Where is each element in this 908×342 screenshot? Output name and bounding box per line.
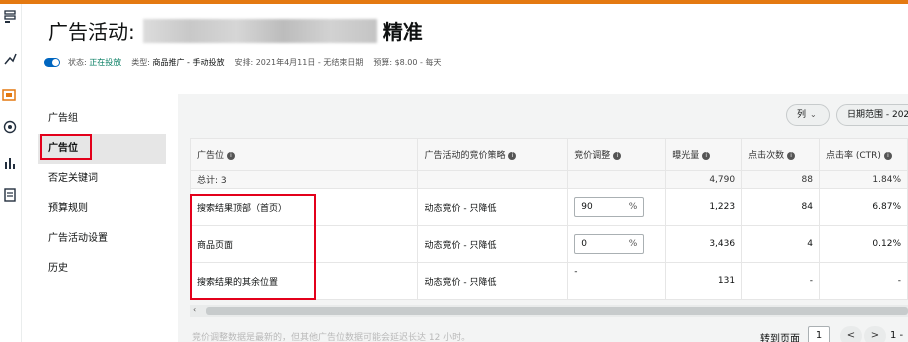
- ctr-cell: 6.87%: [819, 188, 908, 226]
- impressions-cell: 1,223: [665, 188, 743, 226]
- columns-label: 列: [797, 110, 807, 120]
- left-icon-rail: [0, 4, 22, 342]
- info-icon[interactable]: i: [508, 151, 517, 160]
- table-header-row: 广告位 i 广告活动的竞价策略 i 竞价调整 i 曝光量 i 点击次数 i 点击率 (CT…: [189, 138, 908, 171]
- bid-adjust-value: 0: [581, 239, 587, 249]
- report-icon[interactable]: [3, 188, 17, 202]
- nav-item-budget-rules[interactable]: 预算规则: [38, 194, 166, 224]
- info-icon[interactable]: i: [787, 151, 796, 160]
- date-range-button[interactable]: 日期范围 - 202: [836, 104, 908, 126]
- percent-sign: %: [628, 239, 638, 249]
- total-label: 总计: 3: [189, 170, 419, 189]
- page-number-input[interactable]: 1: [808, 326, 830, 342]
- placements-highlight-box: [190, 194, 316, 300]
- budget-field: 预算: $8.00 - 每天: [373, 58, 442, 67]
- col-clicks[interactable]: 点击次数 i: [741, 138, 820, 171]
- previous-page-button[interactable]: <: [840, 326, 862, 342]
- col-bid-adjust[interactable]: 竞价调整 i: [567, 138, 667, 171]
- title-suffix: 精准: [382, 20, 423, 44]
- clicks-cell: 4: [741, 225, 820, 263]
- info-icon[interactable]: i: [613, 151, 622, 160]
- bar-chart-icon[interactable]: [3, 156, 17, 170]
- nav-item-negative-keywords[interactable]: 否定关键词: [38, 164, 166, 194]
- strategy-cell: 动态竞价 - 只降低: [417, 188, 569, 226]
- col-bid-adjust-label: 竞价调整: [574, 151, 611, 161]
- type-value: 商品推广 - 手动投放: [152, 58, 225, 67]
- title-prefix: 广告活动:: [48, 20, 135, 44]
- total-clicks: 88: [741, 170, 820, 189]
- columns-button[interactable]: 列 ⌄: [786, 104, 830, 126]
- ad-icon[interactable]: [2, 88, 16, 102]
- ctr-cell: -: [819, 262, 908, 300]
- campaign-meta: 状态: 正在投放 类型: 商品推广 - 手动投放 安排: 2021年4月11日 …: [44, 57, 451, 68]
- nav-item-history[interactable]: 历史: [38, 254, 166, 284]
- col-ctr[interactable]: 点击率 (CTR) i: [819, 138, 908, 171]
- info-icon[interactable]: i: [227, 151, 236, 160]
- col-ctr-label: 点击率 (CTR): [826, 151, 881, 161]
- goto-page-label: 转到页面: [760, 334, 800, 342]
- bid-adjust-input[interactable]: 0%: [574, 234, 645, 254]
- chevron-down-icon: ⌄: [810, 110, 817, 119]
- col-strategy-label: 广告活动的竞价策略: [424, 151, 506, 161]
- trend-icon[interactable]: [3, 52, 17, 66]
- status-field: 状态: 正在投放: [68, 57, 121, 68]
- campaign-side-nav: 广告组 广告位 否定关键词 预算规则 广告活动设置 历史: [38, 104, 166, 284]
- col-placement[interactable]: 广告位 i: [189, 138, 419, 171]
- top-accent-bar: [0, 0, 908, 4]
- campaign-status-toggle[interactable]: [44, 58, 60, 67]
- type-label: 类型:: [131, 58, 153, 67]
- total-bid-empty: [567, 170, 667, 189]
- clicks-cell: -: [741, 262, 820, 300]
- redacted-campaign-name: [142, 18, 377, 43]
- strategy-cell: 动态竞价 - 只降低: [417, 262, 569, 300]
- strategy-cell: 动态竞价 - 只降低: [417, 225, 569, 263]
- total-strategy-empty: [417, 170, 569, 189]
- nav-item-campaign-settings[interactable]: 广告活动设置: [38, 224, 166, 254]
- col-clicks-label: 点击次数: [748, 151, 785, 161]
- date-range-label: 日期范围 - 202: [847, 110, 908, 120]
- target-icon[interactable]: [3, 120, 17, 134]
- table-total-row: 总计: 3 4,790 88 1.84%: [189, 170, 908, 189]
- col-placement-label: 广告位: [197, 151, 225, 161]
- page-title: 广告活动: 精准: [48, 16, 423, 45]
- bid-adjust-input[interactable]: 90%: [574, 197, 645, 217]
- clicks-cell: 84: [741, 188, 820, 226]
- page-range: 1 -: [890, 330, 904, 341]
- scroll-left-icon[interactable]: ‹: [193, 305, 196, 314]
- type-field: 类型: 商品推广 - 手动投放: [131, 57, 224, 68]
- info-icon[interactable]: i: [702, 151, 711, 160]
- data-latency-note: 竞价调整数据是最新的，但其他广告位数据可能会延迟长达 12 小时。: [192, 333, 471, 342]
- campaigns-icon[interactable]: [3, 10, 17, 24]
- total-impressions: 4,790: [665, 170, 743, 189]
- bid-adjust-cell: 0%: [567, 225, 667, 263]
- impressions-cell: 131: [665, 262, 743, 300]
- scrollbar-thumb[interactable]: [206, 307, 908, 315]
- total-ctr: 1.84%: [819, 170, 908, 189]
- col-strategy[interactable]: 广告活动的竞价策略 i: [417, 138, 569, 171]
- nav-item-ad-groups[interactable]: 广告组: [38, 104, 166, 134]
- impressions-cell: 3,436: [665, 225, 743, 263]
- next-page-button[interactable]: >: [864, 326, 886, 342]
- bid-adjust-value: 90: [581, 202, 593, 212]
- info-icon[interactable]: i: [883, 151, 892, 160]
- status-value: 正在投放: [89, 58, 122, 67]
- col-impressions[interactable]: 曝光量 i: [665, 138, 743, 171]
- schedule-field: 安排: 2021年4月11日 - 无结束日期: [234, 58, 364, 67]
- bid-adjust-cell: -: [567, 262, 667, 300]
- col-impressions-label: 曝光量: [672, 151, 700, 161]
- bid-adjust-cell: 90%: [567, 188, 667, 226]
- nav-highlight-box: [40, 134, 92, 160]
- percent-sign: %: [628, 202, 638, 212]
- status-label: 状态:: [68, 58, 90, 67]
- ctr-cell: 0.12%: [819, 225, 908, 263]
